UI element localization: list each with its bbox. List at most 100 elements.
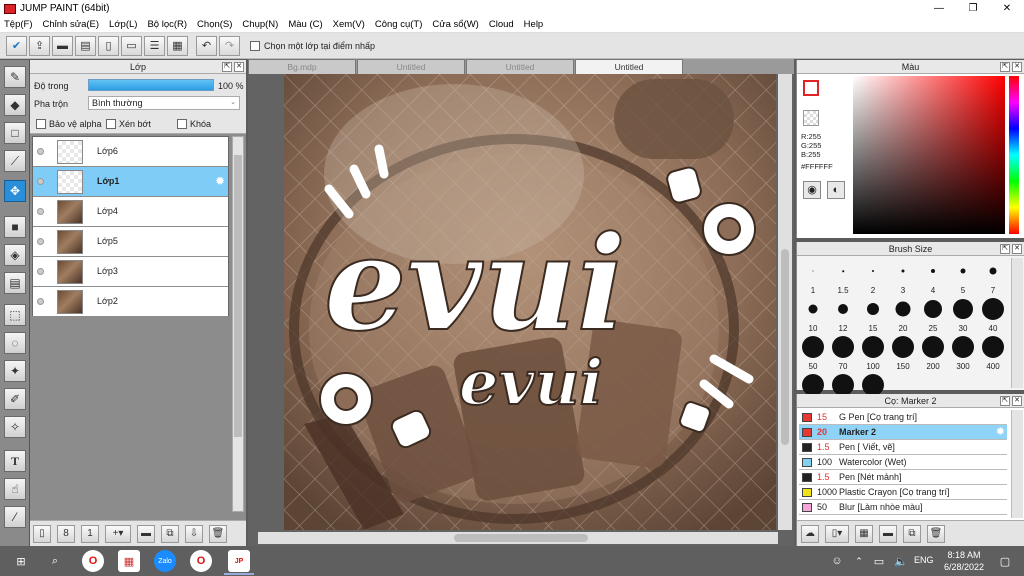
opera-icon[interactable]: O <box>82 550 104 572</box>
minimize-button[interactable]: — <box>922 0 956 17</box>
notification-icon[interactable]: ▢ <box>994 550 1016 572</box>
float-icon[interactable]: ⇱ <box>1000 396 1010 406</box>
brush-size-option[interactable]: 10 <box>798 296 828 333</box>
delete-layer-icon[interactable]: 🗑 <box>209 524 227 543</box>
visibility-icon[interactable] <box>37 268 44 275</box>
brush-size-option[interactable]: 300 <box>948 334 978 371</box>
float-icon[interactable]: ⇱ <box>1000 244 1010 254</box>
foreground-color-swatch[interactable] <box>803 80 819 96</box>
visibility-icon[interactable] <box>37 208 44 215</box>
clipping-checkbox[interactable] <box>106 119 116 129</box>
rectangle-tool-icon[interactable]: □ <box>4 122 26 144</box>
brush-size-option[interactable]: 150 <box>888 334 918 371</box>
transparent-swatch[interactable] <box>803 110 819 126</box>
pen-scrollbar[interactable] <box>1011 410 1023 518</box>
pen-item[interactable]: 100 Watercolor (Wet) <box>799 455 1007 470</box>
layer-row[interactable]: Lớp4 <box>33 197 228 227</box>
layer-row[interactable]: Lớp1 ✹ <box>33 167 228 197</box>
search-icon[interactable]: ⌕ <box>44 550 66 572</box>
protect-alpha-checkbox[interactable] <box>36 119 46 129</box>
layer-row[interactable]: Lớp6 <box>33 137 228 167</box>
brush-size-option[interactable]: 3 <box>888 258 918 295</box>
brush-size-option[interactable]: 20 <box>888 296 918 333</box>
layer-row[interactable]: Lớp5 <box>33 227 228 257</box>
blend-mode-select[interactable]: Bình thường ⌄ <box>88 96 240 110</box>
document-tab[interactable]: Untitled <box>357 59 465 74</box>
float-icon[interactable]: ⇱ <box>222 62 232 72</box>
volume-icon[interactable]: 🔈 <box>890 550 912 572</box>
pen-item[interactable]: 1.5 Pen [ Viết, vẽ] <box>799 440 1007 455</box>
menu-help[interactable]: Help <box>524 19 544 30</box>
gear-icon[interactable]: ✹ <box>996 425 1005 439</box>
menu-layer[interactable]: Lớp(L) <box>109 19 137 30</box>
menu-capture[interactable]: Chụp(N) <box>242 19 278 30</box>
gradient-tool-icon[interactable]: ▤ <box>4 272 26 294</box>
menu-tools[interactable]: Công cụ(T) <box>375 19 423 30</box>
brush-scrollbar[interactable] <box>1011 258 1023 388</box>
folder-icon[interactable]: ▬ <box>137 524 155 543</box>
brush-size-option[interactable]: 12 <box>828 296 858 333</box>
palette-icon[interactable]: ◉ <box>803 181 821 199</box>
eyedropper-tool-icon[interactable]: ⁄ <box>4 506 26 528</box>
clock[interactable]: 8:18 AM 6/28/2022 <box>944 549 984 573</box>
select-rect-tool-icon[interactable]: ⬚ <box>4 304 26 326</box>
brush-size-option[interactable]: 400 <box>978 334 1008 371</box>
merge-down-icon[interactable]: ⇩ <box>185 524 203 543</box>
close-button[interactable]: ✕ <box>990 0 1024 17</box>
brush-size-option[interactable]: 200 <box>918 334 948 371</box>
export-icon[interactable]: ⇪ <box>29 35 50 56</box>
visibility-icon[interactable] <box>37 298 44 305</box>
cloud-check-icon[interactable]: ✔ <box>6 35 27 56</box>
close-panel-icon[interactable]: ✕ <box>234 62 244 72</box>
opacity-slider[interactable] <box>88 79 214 91</box>
menu-file[interactable]: Tệp(F) <box>4 19 33 30</box>
select-pen-tool-icon[interactable]: ✐ <box>4 388 26 410</box>
brush-tool-icon[interactable]: ✎ <box>4 66 26 88</box>
windows-start-icon[interactable]: ⊞ <box>10 550 32 572</box>
comment-icon[interactable]: ▬ <box>52 35 73 56</box>
brush-folder-icon[interactable]: ▬ <box>879 524 897 543</box>
visibility-icon[interactable] <box>37 178 44 185</box>
maximize-button[interactable]: ❐ <box>956 0 990 17</box>
add-brush-icon[interactable]: ▯▾ <box>825 524 849 543</box>
document-tab[interactable]: Untitled <box>575 59 683 74</box>
lasso-tool-icon[interactable]: ◌ <box>4 332 26 354</box>
page-icon[interactable]: ▯ <box>98 35 119 56</box>
new-8bit-layer-icon[interactable]: 8 <box>57 524 75 543</box>
magic-wand-tool-icon[interactable]: ✦ <box>4 360 26 382</box>
pen-item[interactable]: 1000 Plastic Crayon [Cọ trang trí] <box>799 485 1007 500</box>
move-tool-icon[interactable]: ✥ <box>4 180 26 202</box>
visibility-icon[interactable] <box>37 238 44 245</box>
undo-icon[interactable]: ↶ <box>196 35 217 56</box>
canvas-horizontal-scrollbar[interactable] <box>258 532 778 544</box>
palette-edit-icon[interactable]: ◐ <box>827 181 845 199</box>
brush-size-option[interactable]: 15 <box>858 296 888 333</box>
pen-item[interactable]: 20 Marker 2 ✹ <box>799 425 1007 440</box>
zalo-icon[interactable]: Zalo <box>154 550 176 572</box>
duplicate-layer-icon[interactable]: ⧉ <box>161 524 179 543</box>
pen-item[interactable]: 1.5 Pen [Nét mảnh] <box>799 470 1007 485</box>
brush-size-option[interactable]: 70 <box>828 334 858 371</box>
float-icon[interactable]: ⇱ <box>1000 62 1010 72</box>
brush-size-option[interactable]: 1 <box>798 258 828 295</box>
pen-item[interactable]: 15 G Pen [Cọ trang trí] <box>799 410 1007 425</box>
visibility-icon[interactable] <box>37 148 44 155</box>
brush-size-option[interactable]: 30 <box>948 296 978 333</box>
brush-size-option[interactable]: 2 <box>858 258 888 295</box>
brush-size-option[interactable]: 100 <box>858 334 888 371</box>
fill-rect-tool-icon[interactable]: ■ <box>4 216 26 238</box>
brush-size-option[interactable]: 4 <box>918 258 948 295</box>
lock-checkbox[interactable] <box>177 119 187 129</box>
redo-icon[interactable]: ↷ <box>219 35 240 56</box>
app-grid-icon[interactable]: ▦ <box>118 550 140 572</box>
grid-check-icon[interactable]: ▦ <box>167 35 188 56</box>
brush-size-option[interactable]: 40 <box>978 296 1008 333</box>
close-panel-icon[interactable]: ✕ <box>1012 244 1022 254</box>
text-tool-icon[interactable]: T <box>4 450 26 472</box>
drawing-canvas[interactable]: evui evui <box>284 74 776 530</box>
menu-view[interactable]: Xem(V) <box>333 19 365 30</box>
brush-size-option[interactable]: 25 <box>918 296 948 333</box>
layer-row[interactable]: Lớp2 <box>33 287 228 317</box>
jump-paint-taskbar-icon[interactable]: JP <box>228 550 250 572</box>
hand-tool-icon[interactable]: ☝ <box>4 478 26 500</box>
